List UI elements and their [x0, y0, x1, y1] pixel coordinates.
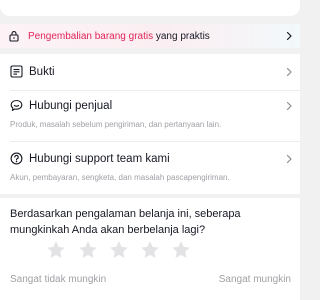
previous-card-bottom: [0, 0, 300, 16]
order-help-page: Pengembalian barang gratis yang praktis …: [0, 0, 300, 300]
chevron-right-icon: [286, 154, 292, 164]
star-icon[interactable]: [46, 240, 66, 260]
chevron-right-icon: [286, 101, 292, 111]
menu-item-title-row: Hubungi penjual: [10, 99, 112, 112]
star-rating: [0, 240, 300, 260]
free-return-rest: yang praktis: [153, 30, 210, 42]
lock-icon: [9, 31, 19, 42]
star-icon[interactable]: [109, 240, 129, 260]
star-icon[interactable]: [140, 240, 160, 260]
menu-item-contact-seller[interactable]: Hubungi penjual Produk, masalah sebelum …: [0, 91, 300, 141]
menu-item-subtitle: Akun, pembayaran, sengketa, dan masalah …: [10, 173, 230, 182]
star-icon[interactable]: [171, 240, 191, 260]
menu-item-title-row: Bukti: [10, 65, 55, 78]
menu-item-contact-support[interactable]: Hubungi support team kami Akun, pembayar…: [0, 142, 300, 194]
receipt-icon: [10, 65, 23, 78]
free-return-accent: Pengembalian barang gratis: [28, 30, 154, 42]
chevron-right-icon: [286, 67, 292, 77]
menu-item-title: Hubungi penjual: [29, 99, 113, 112]
menu-item-title-row: Hubungi support team kami: [10, 152, 170, 165]
free-return-banner[interactable]: Pengembalian barang gratis yang praktis: [0, 24, 300, 48]
repurchase-survey: Berdasarkan pengalaman belanja ini, sebe…: [0, 198, 300, 300]
help-circle-icon: [10, 152, 23, 165]
scale-low-label: Sangat tidak mungkin: [10, 274, 107, 285]
free-return-text: Pengembalian barang gratis yang praktis: [28, 31, 210, 42]
menu-item-title: Bukti: [29, 65, 55, 78]
menu-item-bukti[interactable]: Bukti: [0, 54, 300, 90]
chat-bubble-icon: [10, 99, 23, 111]
star-icon[interactable]: [78, 240, 98, 260]
menu-item-title: Hubungi support team kami: [29, 152, 170, 165]
scale-high-label: Sangat mungkin: [218, 274, 291, 285]
help-menu: Bukti Hubungi penjual Produk, masalah se…: [0, 54, 300, 194]
chevron-right-icon: [286, 31, 292, 41]
survey-question: Berdasarkan pengalaman belanja ini, sebe…: [10, 208, 241, 236]
menu-item-subtitle: Produk, masalah sebelum pengiriman, dan …: [10, 120, 222, 129]
